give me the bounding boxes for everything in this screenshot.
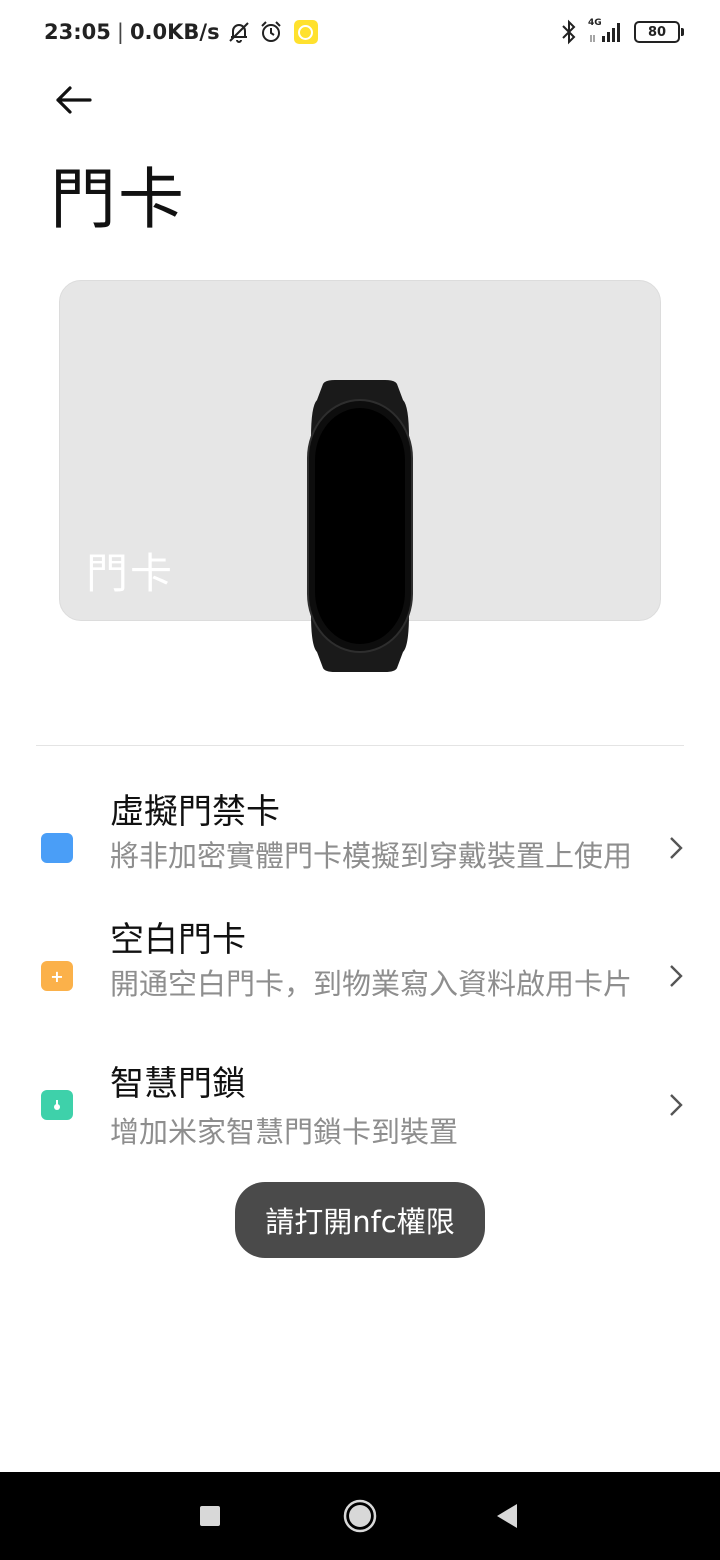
list-item-subtitle: 將非加密實體門卡模擬到穿戴裝置上使用 (110, 839, 633, 873)
toast-text: 請打開nfc權限 (265, 1205, 455, 1239)
chevron-right-icon (670, 965, 683, 987)
recents-icon (200, 1506, 220, 1526)
chevron-right-icon (670, 837, 683, 859)
arrow-left-icon (56, 86, 92, 114)
list-item-subtitle: 增加米家智慧門鎖卡到裝置 (110, 1115, 459, 1149)
add-card-icon: + (41, 961, 73, 991)
list-item-title: 虛擬門禁卡 (110, 792, 280, 832)
home-icon (343, 1499, 377, 1533)
status-net-speed: 0.0KB/s (129, 20, 220, 44)
nfc-permission-toast: 請打開nfc權限 (235, 1182, 485, 1258)
card-label: 門卡 (86, 549, 175, 598)
back-button[interactable] (50, 80, 96, 120)
status-bar: 23:05 | 0.0KB/s 4G 80 (0, 0, 720, 64)
list-item-title: 空白門卡 (110, 920, 246, 960)
bluetooth-icon (562, 19, 576, 45)
status-separator: | (116, 20, 124, 44)
battery-level: 80 (647, 24, 667, 40)
list-item-smart-lock[interactable]: 智慧門鎖 增加米家智慧門鎖卡到裝置 (0, 1062, 720, 1152)
signal-icon: 4G (588, 18, 624, 44)
back-icon (497, 1504, 517, 1528)
home-button[interactable] (315, 1472, 405, 1560)
battery-icon: 80 (634, 21, 684, 43)
status-bar-right: 4G 80 (560, 18, 684, 46)
smart-band-image (307, 380, 413, 672)
recents-button[interactable] (165, 1472, 255, 1560)
list-item-virtual-card[interactable]: 虛擬門禁卡 將非加密實體門卡模擬到穿戴裝置上使用 (0, 790, 720, 915)
bell-off-icon (228, 22, 249, 43)
navigation-bar (0, 1472, 720, 1560)
list-item-subtitle: 開通空白門卡，到物業寫入資料啟用卡片 (110, 967, 633, 1001)
list-item-title: 智慧門鎖 (110, 1064, 246, 1104)
page-title: 門卡 (50, 161, 186, 238)
divider (36, 745, 684, 746)
chevron-right-icon (670, 1094, 683, 1116)
status-time: 23:05 (44, 20, 111, 44)
nav-back-button[interactable] (462, 1472, 552, 1560)
list-item-blank-card[interactable]: + 空白門卡 開通空白門卡，到物業寫入資料啟用卡片 (0, 918, 720, 1043)
alarm-icon (260, 21, 281, 42)
app-notification-icon (293, 20, 318, 44)
status-bar-left: 23:05 | 0.0KB/s (44, 18, 318, 46)
door-lock-icon (41, 1090, 73, 1120)
card-icon (41, 833, 73, 863)
